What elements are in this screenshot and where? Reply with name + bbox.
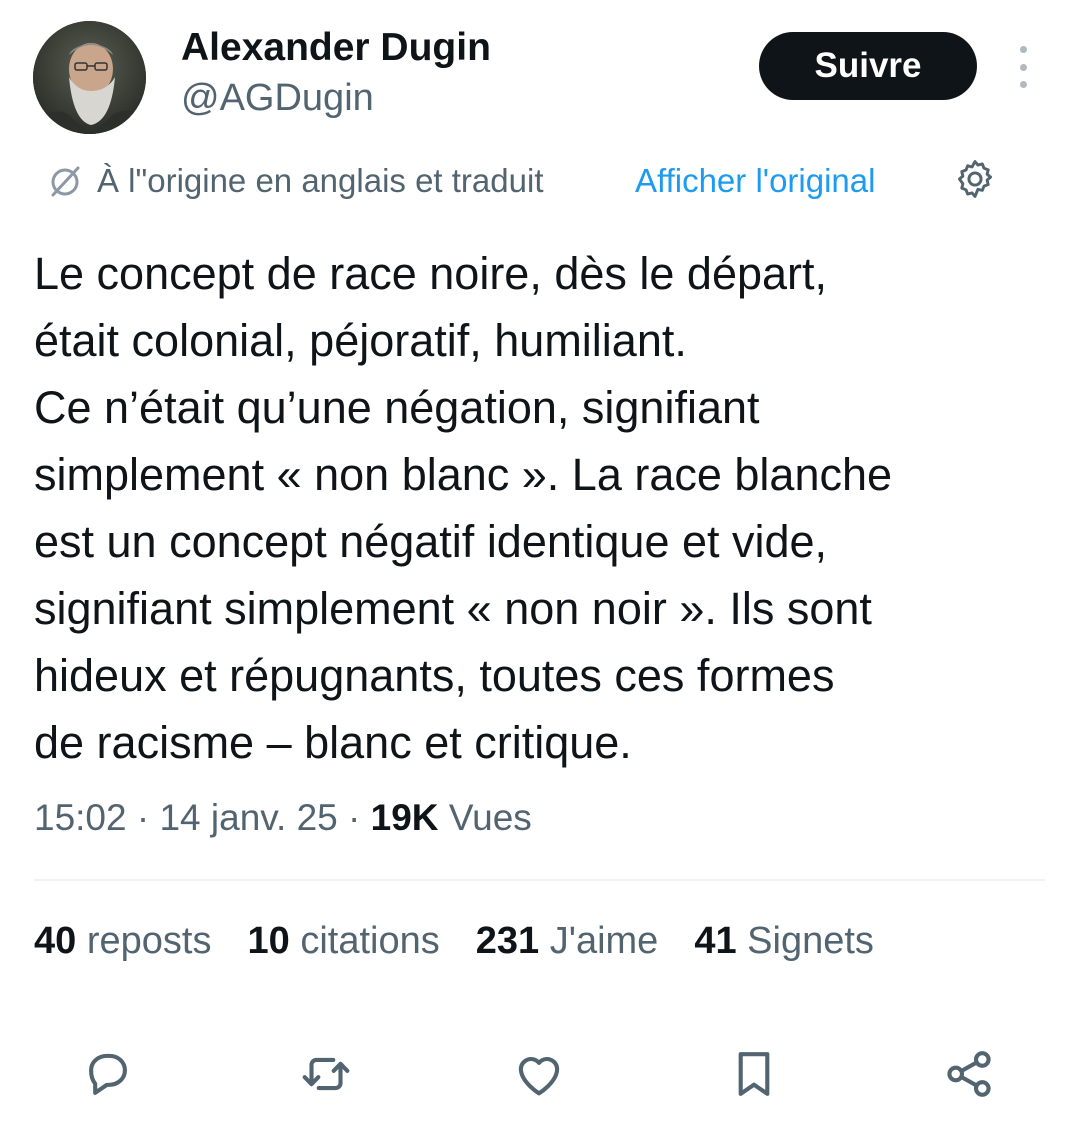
reply-button[interactable] [79,1045,137,1103]
stat-count: 10 [247,920,290,962]
tweet-time[interactable]: 15:02 [34,797,127,838]
avatar-photo [33,21,146,134]
repost-icon [302,1057,350,1091]
stat-label: reposts [86,920,212,962]
translate-icon [51,166,80,197]
stat-label: J'aime [549,920,659,962]
translation-note: À l"origine en anglais et traduit [97,162,544,199]
meta-separator: · [126,797,160,838]
views-label: Vues [448,797,532,838]
show-original-link[interactable]: Afficher l'original [635,156,875,206]
like-icon [518,1056,560,1096]
stat-quotes[interactable]: 10 citations [247,920,439,963]
tweet-text: Le concept de race noire, dès le départ,… [34,248,893,768]
tweet-meta: 15:02 · 14 janv. 25 · 19K Vues [34,797,532,839]
meta-separator: · [337,797,371,838]
tweet-date[interactable]: 14 janv. 25 [159,797,337,838]
author-name[interactable]: Alexander Dugin [181,26,491,70]
share-button[interactable] [940,1045,998,1103]
stat-count: 40 [34,920,77,962]
gear-icon[interactable] [953,157,997,201]
reply-icon [89,1053,127,1095]
engagement-stats: 40 reposts 10 citations 231 J'aime 41 Si… [34,920,910,963]
follow-button[interactable]: Suivre [759,32,977,100]
more-vertical-icon[interactable] [1005,46,1041,88]
stat-bookmarks[interactable]: 41 Signets [694,920,874,963]
repost-button[interactable] [297,1045,355,1103]
views-count: 19K [370,797,439,838]
avatar[interactable] [33,21,146,134]
stat-count: 231 [475,920,540,962]
share-icon [947,1051,991,1097]
stat-likes[interactable]: 231 J'aime [476,920,659,963]
bookmark-button[interactable] [725,1045,783,1103]
bookmark-icon [738,1052,770,1096]
stat-label: Signets [747,920,874,962]
stat-label: citations [300,920,440,962]
translation-notice: À l"origine en anglais et traduit [45,156,543,206]
stat-reposts[interactable]: 40 reposts [34,920,211,963]
author-handle[interactable]: @AGDugin [181,77,374,120]
divider [34,879,1045,881]
stat-count: 41 [694,920,737,962]
like-button[interactable] [510,1045,568,1103]
